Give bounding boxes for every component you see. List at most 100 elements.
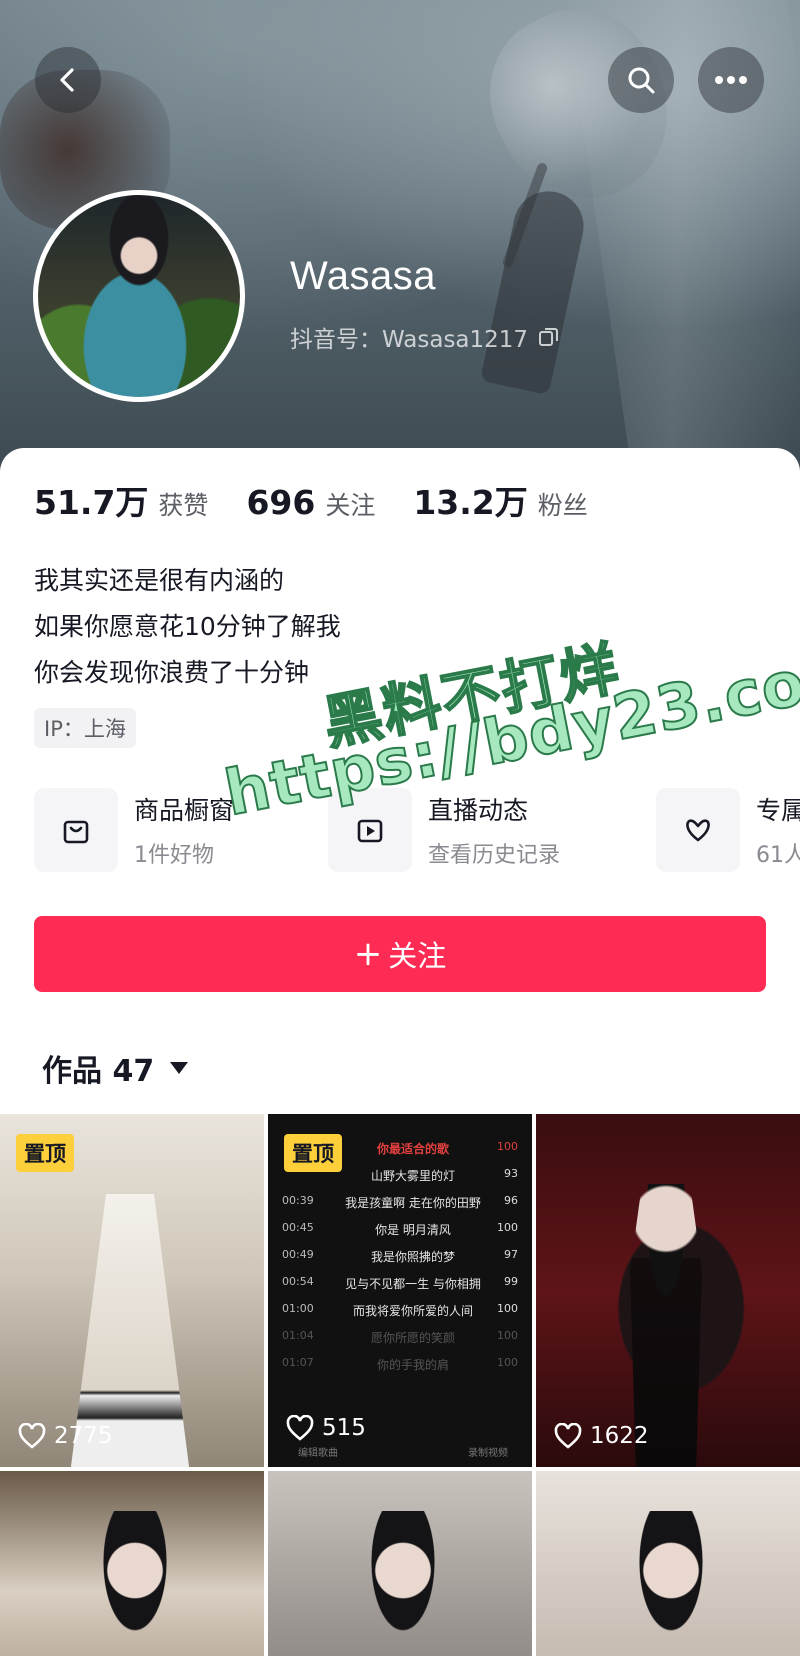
following-count[interactable]: 696 (246, 483, 315, 522)
lyric-card-footer: 编辑歌曲 录制视频 (298, 1444, 508, 1459)
lyric-score: 96 (504, 1194, 518, 1207)
lyric-score: 100 (497, 1356, 518, 1369)
ip-location-tag: IP：上海 (34, 708, 136, 748)
lyric-score: 93 (504, 1167, 518, 1180)
lyric-text: 我是孩童啊 走在你的田野 (345, 1196, 481, 1210)
video-tile[interactable] (536, 1471, 800, 1656)
video-tile[interactable]: 1622 (536, 1114, 800, 1467)
followers-count[interactable]: 13.2万 (413, 476, 527, 524)
works-tab-label: 作品 47 (42, 1054, 155, 1089)
lyric-score: 100 (497, 1302, 518, 1315)
video-likes: 1622 (554, 1423, 649, 1449)
bio-line: 如果你愿意花10分钟了解我 (34, 612, 341, 641)
record-video-label: 录制视频 (468, 1448, 508, 1459)
likes-label[interactable]: 获赞 (158, 486, 208, 522)
video-likes-count: 1622 (590, 1423, 649, 1449)
profile-card: 51.7万 获赞 696 关注 13.2万 粉丝 我其实还是很有内涵的 如果你愿… (0, 448, 800, 1118)
shop-window-entry[interactable]: 商品橱窗 1件好物 (34, 788, 234, 872)
likes-count[interactable]: 51.7万 (34, 476, 148, 524)
follow-button-label: 关注 (388, 939, 447, 973)
lyric-row: 00:39 我是孩童啊 走在你的田野 96 (268, 1188, 532, 1215)
back-arrow-icon (60, 68, 74, 92)
lyric-time: 01:07 (282, 1356, 314, 1369)
lyric-time: 01:04 (282, 1329, 314, 1342)
exclusive-entry[interactable]: 专属 61人 (656, 788, 800, 872)
shop-window-sub: 1件好物 (134, 843, 214, 868)
profile-header: Wasasa 抖音号：Wasasa1217 (0, 0, 800, 470)
video-tile[interactable] (0, 1471, 264, 1656)
more-dots-icon (715, 76, 747, 84)
lyric-row: 00:54 见与不见都一生 与你相拥 99 (268, 1269, 532, 1296)
copy-icon[interactable] (538, 326, 560, 348)
header-background-hand (479, 184, 591, 396)
feature-entries: 商品橱窗 1件好物 直播动态 查看历史记录 专属 61人 (34, 788, 800, 878)
exclusive-title: 专属 (756, 796, 800, 825)
lyric-row: 00:45 你是 明月清风 100 (268, 1215, 532, 1242)
live-history-sub: 查看历史记录 (428, 843, 561, 868)
plus-icon: + (353, 934, 383, 974)
video-tile[interactable]: 置顶 2775 (0, 1114, 264, 1467)
lyric-text: 你是 明月清风 (375, 1223, 451, 1237)
bio-line: 我其实还是很有内涵的 (34, 566, 285, 595)
lyric-time: 00:45 (282, 1221, 314, 1234)
lyric-text: 而我将爱你所爱的人间 (352, 1304, 473, 1318)
dropdown-triangle-icon (170, 1062, 189, 1074)
pinned-badge: 置顶 (284, 1134, 342, 1172)
search-icon (628, 67, 655, 94)
lyric-row: 01:04 愿你所愿的笑颜 100 (268, 1323, 532, 1350)
avatar[interactable] (33, 190, 245, 402)
works-tab[interactable]: 作品 47 (42, 1046, 189, 1090)
lyric-row: 01:00 而我将爱你所爱的人间 100 (268, 1296, 532, 1323)
douyin-id-row[interactable]: 抖音号：Wasasa1217 (290, 320, 560, 354)
heart-icon (18, 1423, 46, 1449)
bag-icon (34, 788, 118, 872)
back-button[interactable] (35, 47, 101, 113)
video-thumbnail-image (616, 1511, 726, 1656)
lyric-row: 01:07 你的手我的肩 100 (268, 1350, 532, 1377)
heart-icon (554, 1423, 582, 1449)
video-thumbnail-image (348, 1511, 458, 1656)
stats-row: 51.7万 获赞 696 关注 13.2万 粉丝 (34, 476, 626, 524)
follow-button[interactable]: + 关注 (34, 916, 766, 992)
search-button[interactable] (608, 47, 674, 113)
followers-label[interactable]: 粉丝 (538, 486, 588, 522)
heart-icon (286, 1415, 314, 1441)
shop-window-title: 商品橱窗 (134, 796, 235, 825)
lyric-time: 00:54 (282, 1275, 314, 1288)
edit-song-label: 编辑歌曲 (298, 1448, 338, 1459)
video-tile[interactable] (268, 1471, 532, 1656)
lyric-score: 99 (504, 1275, 518, 1288)
more-button[interactable] (698, 47, 764, 113)
lyric-score: 97 (504, 1248, 518, 1261)
douyin-id-text: 抖音号：Wasasa1217 (290, 327, 529, 353)
video-likes-count: 2775 (54, 1423, 113, 1449)
lyric-score: 100 (497, 1329, 518, 1342)
lyric-time: 00:49 (282, 1248, 314, 1261)
pinned-badge: 置顶 (16, 1134, 74, 1172)
lyric-text: 见与不见都一生 与你相拥 (345, 1277, 481, 1291)
lyric-time: 01:00 (282, 1302, 314, 1315)
live-history-title: 直播动态 (428, 796, 529, 825)
lyric-score: 100 (497, 1221, 518, 1234)
video-likes-count: 515 (322, 1415, 366, 1441)
lyric-text: 山野大雾里的灯 (370, 1169, 455, 1183)
lyric-text: 愿你所愿的笑颜 (370, 1331, 455, 1345)
lyric-time: 00:39 (282, 1194, 314, 1207)
bio-line: 你会发现你浪费了十分钟 (34, 658, 310, 687)
lyric-header-title: 你最适合的歌 (376, 1142, 449, 1156)
video-likes: 2775 (18, 1423, 113, 1449)
lyric-header-score: 100 (497, 1140, 518, 1153)
video-likes: 515 (286, 1415, 366, 1441)
live-icon (328, 788, 412, 872)
lyric-row: 00:49 我是你照拂的梦 97 (268, 1242, 532, 1269)
heart-v-icon (656, 788, 740, 872)
lyric-text: 我是你照拂的梦 (370, 1250, 455, 1264)
video-tile[interactable]: 你最适合的歌 100 山野大雾里的灯 93 00:39 我是孩童啊 走在你的田野… (268, 1114, 532, 1467)
live-history-entry[interactable]: 直播动态 查看历史记录 (328, 788, 560, 872)
video-thumbnail-image (80, 1511, 190, 1656)
following-label[interactable]: 关注 (325, 486, 375, 522)
lyric-text: 你的手我的肩 (376, 1358, 449, 1372)
username: Wasasa (290, 254, 437, 298)
exclusive-sub: 61人 (756, 843, 800, 868)
bio: 我其实还是很有内涵的 如果你愿意花10分钟了解我 你会发现你浪费了十分钟 (34, 558, 341, 696)
